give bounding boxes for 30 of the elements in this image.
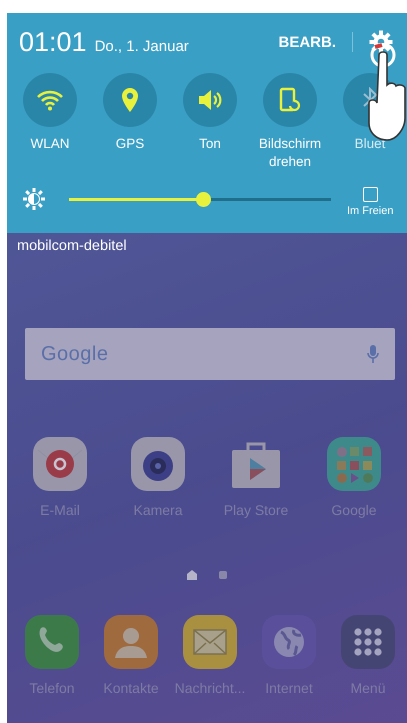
toggle-label: GPS (114, 135, 146, 153)
toggle-label: Bildschirm drehen (258, 135, 322, 171)
toggle-label: WLAN (29, 135, 70, 153)
slider-thumb[interactable] (196, 192, 211, 206)
home-page-icon[interactable] (186, 569, 198, 581)
search-logo: Google (41, 342, 108, 366)
toggle-label: Bluet (354, 135, 386, 153)
location-pin-icon (121, 87, 139, 113)
toggle-label: Ton (198, 135, 222, 153)
clock-time: 01:01 (19, 26, 87, 58)
globe-app-icon[interactable] (261, 614, 317, 670)
microphone-icon[interactable] (367, 344, 379, 364)
envelope-app-icon[interactable] (182, 614, 238, 670)
outdoor-checkbox[interactable] (362, 187, 378, 202)
search-bar[interactable]: Google (25, 328, 395, 380)
contacts-app-icon[interactable] (103, 614, 159, 670)
speaker-icon (197, 89, 223, 111)
camera-app-icon[interactable] (130, 436, 186, 492)
edit-button[interactable]: BEARB. (278, 34, 336, 50)
screen-rotate-icon (279, 87, 301, 113)
carrier-name: mobilcom-debitel (16, 237, 128, 256)
app-grid-icon[interactable] (340, 614, 396, 670)
date-text: Do., 1. Januar (94, 38, 190, 54)
brightness-icon (23, 188, 45, 210)
app-folder-icon[interactable] (326, 436, 382, 492)
wifi-icon (37, 89, 63, 111)
email-app-icon[interactable] (32, 436, 88, 492)
phone-app-icon[interactable] (24, 614, 80, 670)
settings-icon[interactable] (369, 30, 393, 54)
outdoor-label: Im Freien (347, 205, 394, 217)
